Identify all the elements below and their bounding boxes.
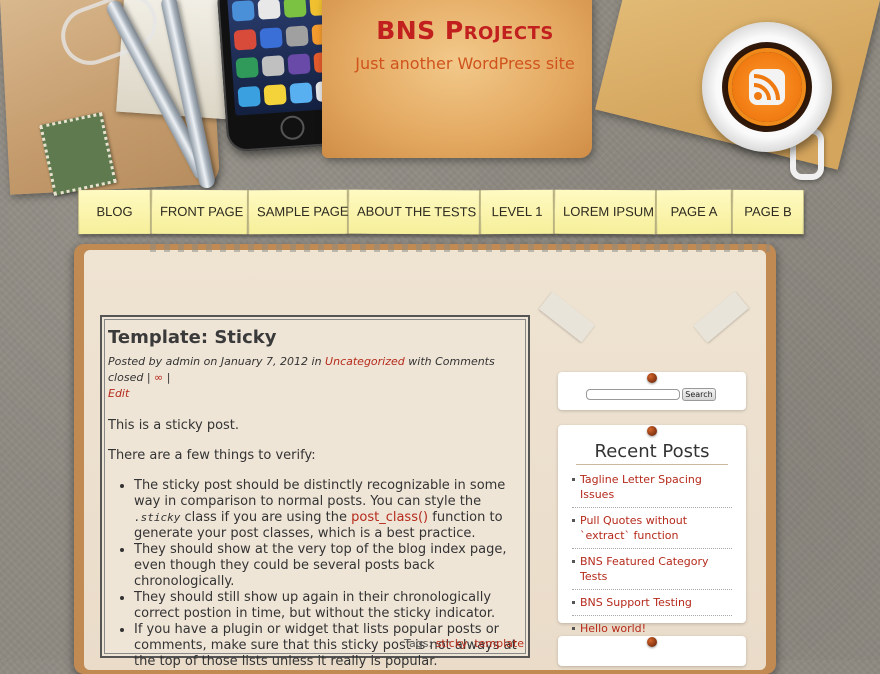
nav-item-sample-page[interactable]: SAMPLE PAGE [247,189,349,235]
pin-icon [647,373,657,383]
site-title[interactable]: BNS Projects [330,16,600,45]
meta-posted-by: Posted by [108,355,163,368]
nav-item-page-a[interactable]: PAGE A [655,189,733,235]
main-navigation: BLOG FRONT PAGE SAMPLE PAGE ABOUT THE TE… [77,189,805,236]
meta-permalink-link[interactable]: ∞ [154,371,163,384]
recent-post-link-4[interactable]: BNS Support Testing [572,590,732,616]
post-paragraph: This is a sticky post. [108,418,240,433]
recent-posts-widget: Recent Posts Tagline Letter Spacing Issu… [558,425,746,642]
post-bullet-3: They should still show up again in their… [134,590,522,622]
meta-category-link[interactable]: Uncategorized [325,355,405,368]
tag-link-sticky[interactable]: sticky [436,637,468,650]
tags-separator: , [467,637,471,650]
sticky-post: Template: Sticky Posted by admin on Janu… [100,315,530,669]
nav-item-page-b[interactable]: PAGE B [731,189,805,235]
meta-separator: | [146,371,151,384]
post-class-link[interactable]: post_class() [351,510,428,525]
rss-glyph-icon [753,74,780,101]
post-meta: Posted by admin on January 7, 2012 in Un… [108,354,522,402]
meta-author: admin [165,355,201,368]
torn-edge-decoration [150,238,770,252]
recent-posts-list: Tagline Letter Spacing Issues Pull Quote… [558,467,746,642]
meta-separator-2: | [166,371,171,384]
nav-item-front-page[interactable]: FRONT PAGE [150,189,249,235]
meta-date: January 7, 2012 [220,355,309,368]
search-button[interactable]: Search [682,388,716,401]
pin-icon-2 [647,426,657,436]
nav-item-level-1[interactable]: LEVEL 1 [479,189,555,235]
meta-edit-link[interactable]: Edit [108,387,129,400]
nav-item-blog[interactable]: BLOG [77,189,152,235]
rss-icon-body [749,69,785,105]
recent-post-link-3[interactable]: BNS Featured Category Tests [572,549,732,590]
site-tagline: Just another WordPress site [355,54,575,73]
post-content: This is a sticky post. There are a few t… [108,418,522,670]
post-bullet-2: They should show at the very top of the … [134,542,522,590]
tags-label: Tags: [404,637,433,650]
pin-icon-3 [647,637,657,647]
recent-post-link-2[interactable]: Pull Quotes without `extract` function [572,508,732,549]
post-tags: Tags: sticky, template [404,637,524,650]
nav-item-about-the-tests[interactable]: ABOUT THE TESTS [347,189,481,235]
recent-post-link[interactable]: Tagline Letter Spacing Issues [572,467,732,508]
search-input[interactable] [586,389,680,400]
nav-item-lorem-ipsum[interactable]: LOREM IPSUM [553,189,657,235]
next-widget [558,636,746,666]
rss-icon[interactable] [732,52,802,122]
bullet-1-text-b: class if you are using the [184,510,347,525]
recent-posts-title: Recent Posts [576,441,728,465]
post-paragraph-2: There are a few things to verify: [108,448,316,463]
post-title[interactable]: Template: Sticky [108,327,522,348]
meta-in: in [311,355,322,368]
tag-link-template[interactable]: template [474,637,524,650]
sticky-class-code: .sticky [134,511,181,524]
search-widget: Search [558,372,746,410]
meta-on: on [203,355,218,368]
bullet-1-text-a: The sticky post should be distinctly rec… [134,478,506,509]
phone-home-button [279,114,306,141]
post-bullet-1: The sticky post should be distinctly rec… [134,478,522,542]
